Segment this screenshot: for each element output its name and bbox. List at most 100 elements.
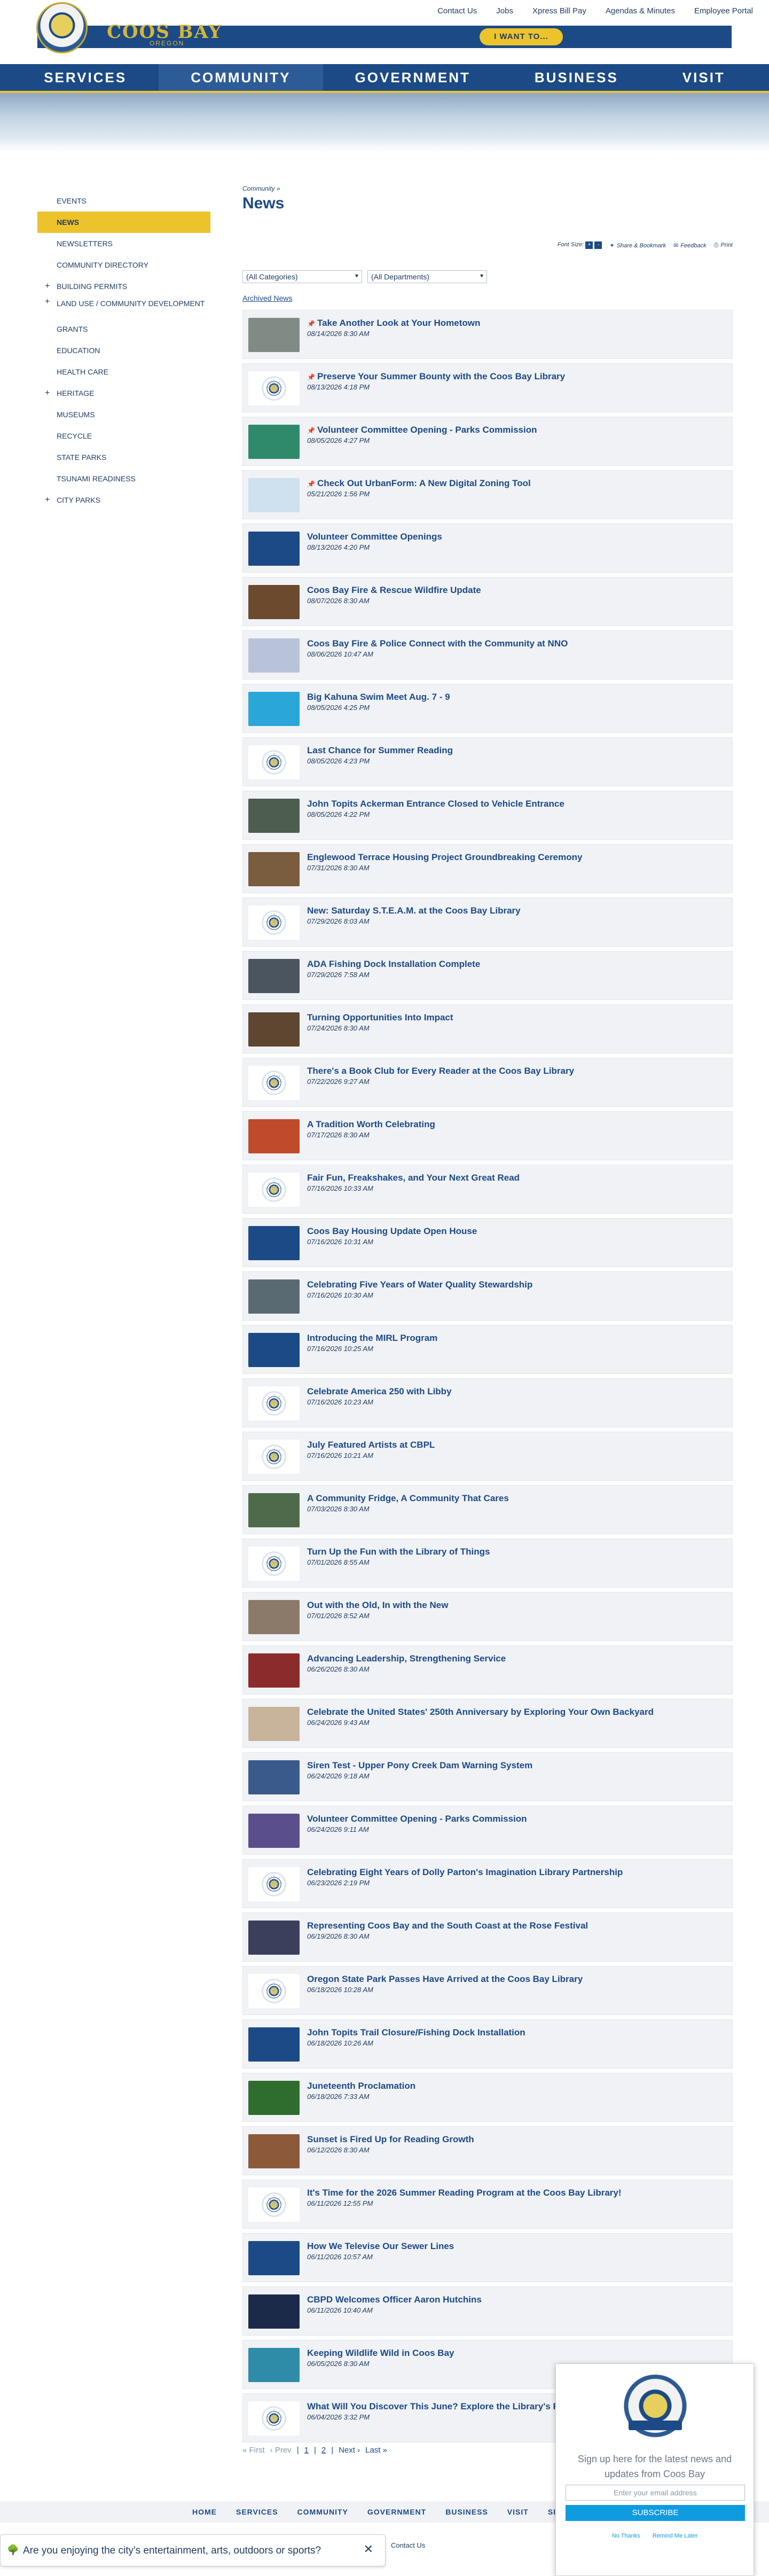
- news-item[interactable]: July Featured Artists at CBPL07/16/2026 …: [242, 1432, 733, 1481]
- news-item[interactable]: How We Televise Our Sewer Lines 06/11/202…: [242, 2233, 733, 2282]
- news-title[interactable]: Turning Opportunities Into Impact: [307, 1012, 453, 1023]
- news-item[interactable]: New: Saturday S.T.E.A.M. at the Coos Bay…: [242, 897, 733, 947]
- footer-link[interactable]: VISIT: [507, 2508, 529, 2516]
- nav-item-business[interactable]: BUSINESS: [503, 64, 650, 91]
- news-title[interactable]: Turn Up the Fun with the Library of Thin…: [307, 1547, 490, 1557]
- utility-link[interactable]: Xpress Bill Pay: [532, 6, 586, 15]
- news-title[interactable]: A Tradition Worth Celebrating: [307, 1119, 435, 1130]
- pager-next[interactable]: Next ›: [339, 2446, 360, 2455]
- news-item[interactable]: Englewood Terrace Housing Project Ground…: [242, 844, 733, 893]
- news-item[interactable]: Volunteer Committee Opening - Parks Comm…: [242, 1806, 733, 1855]
- news-item[interactable]: John Topits Trail Closure/Fishing Dock I…: [242, 2019, 733, 2068]
- sidebar-item[interactable]: MUSEUMS: [37, 404, 210, 425]
- news-title[interactable]: Volunteer Committee Openings: [307, 532, 442, 542]
- news-title[interactable]: Volunteer Committee Opening - Parks Comm…: [307, 1814, 527, 1824]
- news-title[interactable]: Celebrate the United States' 250th Anniv…: [307, 1707, 654, 1718]
- sidebar-item[interactable]: GRANTS: [37, 318, 210, 340]
- news-item[interactable]: Siren Test - Upper Pony Creek Dam Warnin…: [242, 1752, 733, 1801]
- archived-news-link[interactable]: Archived News: [242, 294, 292, 302]
- news-title[interactable]: New: Saturday S.T.E.A.M. at the Coos Bay…: [307, 905, 521, 916]
- sidebar-item[interactable]: TSUNAMI READINESS: [37, 468, 210, 489]
- news-title[interactable]: Coos Bay Housing Update Open House: [307, 1226, 477, 1237]
- news-item[interactable]: Celebrating Eight Years of Dolly Parton'…: [242, 1859, 733, 1908]
- news-item[interactable]: Last Chance for Summer Reading 08/05/2026…: [242, 737, 733, 786]
- sidebar-item[interactable]: + LAND USE / COMMUNITY DEVELOPMENT: [37, 297, 210, 318]
- city-seal-thumbnail[interactable]: [248, 1867, 300, 1901]
- sidebar-item[interactable]: EVENTS: [37, 190, 210, 212]
- sidebar-item[interactable]: NEWS: [37, 212, 210, 233]
- subscribe-button[interactable]: SUBSCRIBE: [566, 2505, 745, 2521]
- news-thumbnail[interactable]: [248, 2027, 300, 2062]
- news-title[interactable]: Siren Test - Upper Pony Creek Dam Warnin…: [307, 1760, 532, 1771]
- news-item[interactable]: Coos Bay Fire & Rescue Wildfire Update 08…: [242, 577, 733, 626]
- news-title[interactable]: Keeping Wildlife Wild in Coos Bay: [307, 2348, 454, 2359]
- sidebar-item[interactable]: + HERITAGE: [37, 383, 210, 404]
- news-item[interactable]: Big Kahuna Swim Meet Aug. 7 - 9 08/05/202…: [242, 684, 733, 733]
- news-title[interactable]: Coos Bay Fire & Rescue Wildfire Update: [307, 585, 481, 596]
- news-thumbnail[interactable]: [248, 532, 300, 566]
- news-title[interactable]: Celebrate America 250 with Libby: [307, 1386, 452, 1397]
- share-link[interactable]: ✦ Share & Bookmark: [609, 242, 666, 249]
- news-title[interactable]: John Topits Ackerman Entrance Closed to …: [307, 799, 564, 809]
- news-thumbnail[interactable]: [248, 1814, 300, 1848]
- sidebar-item[interactable]: RECYCLE: [37, 425, 210, 447]
- sidebar-item[interactable]: HEALTH CARE: [37, 361, 210, 383]
- city-seal-thumbnail[interactable]: [248, 371, 300, 405]
- sidebar-item[interactable]: + CITY PARKS: [37, 489, 210, 511]
- print-link[interactable]: ⎙ Print: [714, 242, 733, 249]
- news-thumbnail[interactable]: [248, 2081, 300, 2115]
- pager-page-2[interactable]: 2: [321, 2446, 326, 2455]
- news-title[interactable]: 📌 Volunteer Committee Opening - Parks Com…: [307, 425, 537, 435]
- news-title[interactable]: 📌 Preserve Your Summer Bounty with the Co…: [307, 371, 565, 382]
- city-seal-thumbnail[interactable]: [248, 1173, 300, 1207]
- news-thumbnail[interactable]: [248, 585, 300, 619]
- city-seal-thumbnail[interactable]: [248, 745, 300, 779]
- city-seal-thumbnail[interactable]: [248, 1066, 300, 1100]
- news-item[interactable]: Introducing the MIRL Program 07/16/2026 1…: [242, 1325, 733, 1374]
- news-thumbnail[interactable]: [248, 1119, 300, 1153]
- news-item[interactable]: Fair Fun, Freakshakes, and Your Next Gre…: [242, 1165, 733, 1214]
- news-title[interactable]: Fair Fun, Freakshakes, and Your Next Gre…: [307, 1173, 520, 1183]
- news-item[interactable]: Turn Up the Fun with the Library of Thin…: [242, 1539, 733, 1588]
- i-want-to-button[interactable]: I WANT TO...: [480, 28, 563, 45]
- news-thumbnail[interactable]: [248, 1600, 300, 1634]
- news-title[interactable]: Celebrating Eight Years of Dolly Parton'…: [307, 1867, 623, 1878]
- news-thumbnail[interactable]: [248, 318, 300, 352]
- footer-contact-link[interactable]: Contact Us: [391, 2541, 425, 2549]
- news-item[interactable]: Celebrate the United States' 250th Anniv…: [242, 1699, 733, 1748]
- news-title[interactable]: Representing Coos Bay and the South Coas…: [307, 1921, 588, 1931]
- news-thumbnail[interactable]: [248, 1921, 300, 1955]
- email-field[interactable]: Enter your email address: [566, 2485, 745, 2501]
- utility-link[interactable]: Employee Portal: [694, 6, 753, 15]
- news-item[interactable]: Celebrate America 250 with Libby 07/16/20…: [242, 1378, 733, 1427]
- news-thumbnail[interactable]: [248, 799, 300, 833]
- news-item[interactable]: Oregon State Park Passes Have Arrived at…: [242, 1966, 733, 2015]
- news-thumbnail[interactable]: [248, 2241, 300, 2275]
- close-icon[interactable]: ✕: [364, 2542, 373, 2556]
- news-title[interactable]: Englewood Terrace Housing Project Ground…: [307, 852, 582, 863]
- sidebar-item[interactable]: NEWSLETTERS: [37, 233, 210, 254]
- footer-link[interactable]: GOVERNMENT: [367, 2508, 426, 2516]
- news-item[interactable]: Turning Opportunities Into Impact 07/24/2…: [242, 1004, 733, 1053]
- news-item[interactable]: John Topits Ackerman Entrance Closed to …: [242, 791, 733, 840]
- news-title[interactable]: Oregon State Park Passes Have Arrived at…: [307, 1974, 583, 1985]
- footer-link[interactable]: COMMUNITY: [297, 2508, 348, 2516]
- breadcrumb[interactable]: Community »: [242, 185, 733, 192]
- city-seal-thumbnail[interactable]: [248, 2188, 300, 2222]
- news-item[interactable]: It's Time for the 2026 Summer Reading Pr…: [242, 2180, 733, 2229]
- sidebar-item[interactable]: COMMUNITY DIRECTORY: [37, 254, 210, 276]
- news-thumbnail[interactable]: [248, 1707, 300, 1741]
- news-item[interactable]: 📌 Volunteer Committee Opening - Parks Com…: [242, 417, 733, 466]
- news-thumbnail[interactable]: [248, 692, 300, 726]
- news-item[interactable]: Coos Bay Fire & Police Connect with the …: [242, 630, 733, 680]
- news-title[interactable]: CBPD Welcomes Officer Aaron Hutchins: [307, 2294, 482, 2305]
- city-seal-thumbnail[interactable]: [248, 2401, 300, 2436]
- news-item[interactable]: Representing Coos Bay and the South Coas…: [242, 1913, 733, 1962]
- survey-prompt[interactable]: 🌳 Are you enjoying the city's entertainm…: [0, 2534, 386, 2566]
- news-title[interactable]: ADA Fishing Dock Installation Complete: [307, 959, 480, 970]
- news-title[interactable]: Advancing Leadership, Strengthening Serv…: [307, 1653, 506, 1664]
- news-item[interactable]: 📌Preserve Your Summer Bounty with the Co…: [242, 363, 733, 412]
- font-increase-button[interactable]: +: [585, 241, 593, 249]
- expand-plus-icon[interactable]: +: [45, 383, 50, 404]
- city-logo[interactable]: [36, 2, 95, 61]
